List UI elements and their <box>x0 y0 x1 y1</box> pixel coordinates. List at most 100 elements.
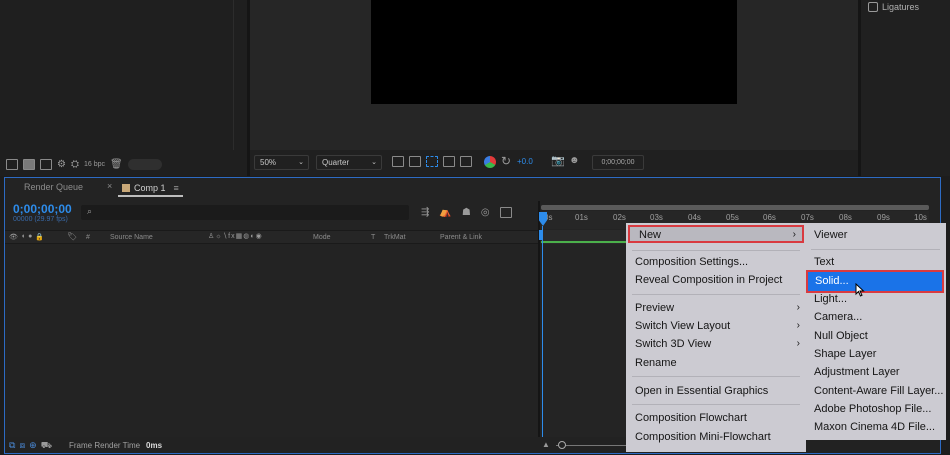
menu-separator <box>632 250 800 251</box>
trkmat-column[interactable]: TrkMat <box>384 234 406 241</box>
source-name-column[interactable]: Source Name <box>110 234 153 241</box>
menu-separator <box>632 404 800 405</box>
menu-item-new-label: New <box>639 229 662 241</box>
interpret-footage-icon[interactable] <box>6 158 18 170</box>
tick-07s: 07s <box>801 213 814 222</box>
fx-icon[interactable]: fx <box>228 233 235 240</box>
exposure-value[interactable]: +0.0 <box>517 157 533 166</box>
3d-layer-icon[interactable]: ◉ <box>256 233 263 240</box>
work-area-bar[interactable] <box>541 205 929 210</box>
trash-icon[interactable]: 🗑 <box>110 159 123 170</box>
flowchart-icon[interactable]: ⚙ <box>57 159 66 170</box>
ligatures-checkbox[interactable] <box>868 2 878 12</box>
layer-switches-icons: ♙☼∖fx▦◍◐◉ <box>208 232 263 240</box>
snapshot-icon[interactable]: 📷 <box>551 154 565 167</box>
tick-06s: 06s <box>763 213 776 222</box>
submenu-item-null-object[interactable]: Null Object <box>805 327 946 345</box>
lock-icon[interactable]: 🔒 <box>35 233 44 241</box>
submenu-item-light-label: Light... <box>814 293 848 305</box>
transparency-grid-icon[interactable] <box>409 156 421 167</box>
composition-canvas[interactable] <box>371 0 737 104</box>
new-composition-icon[interactable] <box>40 158 52 170</box>
chevron-right-icon: › <box>796 320 800 331</box>
menu-item-composition-settings[interactable]: Composition Settings... <box>626 253 806 271</box>
submenu-item-light[interactable]: Light... <box>805 290 946 308</box>
settings-icon[interactable]: ⛭ <box>71 159 79 170</box>
chevron-right-icon: › <box>796 338 800 349</box>
menu-item-composition-mini-flowchart[interactable]: Composition Mini-Flowchart <box>626 428 806 446</box>
toggle-mask-icon[interactable] <box>443 156 455 167</box>
project-panel <box>0 0 247 176</box>
fast-previews-icon[interactable] <box>392 156 404 167</box>
composition-flowchart-icon[interactable]: ⇶ <box>421 207 429 218</box>
region-of-interest-icon[interactable] <box>426 156 438 167</box>
submenu-item-adjustment-layer-label: Adjustment Layer <box>814 366 900 378</box>
menu-item-open-essential-graphics-label: Open in Essential Graphics <box>635 385 769 397</box>
thumbnail-slider[interactable] <box>127 158 162 170</box>
show-snapshot-icon[interactable]: ☻ <box>569 155 580 166</box>
new-folder-icon[interactable] <box>23 158 35 170</box>
submenu-item-text[interactable]: Text <box>805 253 946 271</box>
menu-item-composition-settings-label: Composition Settings... <box>635 256 749 268</box>
label-icon[interactable]: 🏷 <box>67 232 77 241</box>
reset-exposure-icon[interactable]: ↻ <box>501 154 511 168</box>
tab-render-queue[interactable]: Render Queue <box>24 182 83 192</box>
submenu-item-text-label: Text <box>814 256 835 268</box>
resolution-dropdown[interactable]: Quarter ⌄ <box>316 155 382 170</box>
draft-3d-icon[interactable]: ⛺ <box>439 207 451 218</box>
submenu-item-viewer[interactable]: Viewer <box>805 226 946 244</box>
solo-icon[interactable]: ● <box>28 233 32 241</box>
menu-item-composition-flowchart-label: Composition Flowchart <box>635 412 747 424</box>
bpc-label[interactable]: 16 bpc <box>84 161 105 168</box>
submenu-item-maxon-cinema4d-file[interactable]: Maxon Cinema 4D File... <box>805 418 946 436</box>
menu-item-rename[interactable]: Rename <box>626 354 806 372</box>
submenu-item-adjustment-layer[interactable]: Adjustment Layer <box>805 363 946 381</box>
menu-item-switch-3d-view[interactable]: Switch 3D View › <box>626 335 806 353</box>
menu-item-open-essential-graphics[interactable]: Open in Essential Graphics <box>626 382 806 400</box>
layer-list[interactable] <box>5 245 538 437</box>
menu-item-switch-view-layout[interactable]: Switch View Layout › <box>626 317 806 335</box>
submenu-item-shape-layer[interactable]: Shape Layer <box>805 345 946 363</box>
submenu-item-adobe-photoshop-file[interactable]: Adobe Photoshop File... <box>805 400 946 418</box>
zoom-out-icon[interactable]: ▲ <box>542 440 550 449</box>
submenu-item-content-aware-fill[interactable]: Content-Aware Fill Layer... <box>805 382 946 400</box>
zoom-slider[interactable] <box>556 445 626 446</box>
zoom-slider-handle[interactable] <box>558 441 566 449</box>
viewer-timecode[interactable]: 0;00;00;00 <box>592 155 644 170</box>
chevron-right-icon: › <box>792 229 796 240</box>
layer-switches-toggle-icon[interactable]: ⧉ <box>9 440 15 452</box>
menu-item-preview[interactable]: Preview › <box>626 299 806 317</box>
work-area-start-handle[interactable] <box>539 230 543 240</box>
menu-item-preview-label: Preview <box>635 302 675 314</box>
comp-duration-bar <box>541 241 631 243</box>
motion-blur-icon[interactable]: ◎ <box>481 207 490 218</box>
menu-separator <box>632 376 800 377</box>
eye-icon[interactable]: 👁 <box>9 233 18 241</box>
menu-item-new[interactable]: New › <box>628 225 804 243</box>
submenu-item-camera[interactable]: Camera... <box>805 308 946 326</box>
tick-04s: 04s <box>688 213 701 222</box>
grid-guides-icon[interactable] <box>460 156 472 167</box>
layer-search-input[interactable]: ⌕ <box>81 205 409 220</box>
transfer-controls-toggle-icon[interactable]: ⧈ <box>19 440 25 452</box>
render-time-icon[interactable]: ⛟ <box>41 440 52 452</box>
zoom-dropdown[interactable]: 50% ⌄ <box>254 155 309 170</box>
mode-column[interactable]: Mode <box>313 234 331 241</box>
collapse-icon[interactable]: ☼ <box>215 233 222 240</box>
menu-item-rename-label: Rename <box>635 357 677 369</box>
shy-layers-icon[interactable]: ☗ <box>462 207 471 218</box>
graph-editor-icon[interactable] <box>499 207 512 218</box>
audio-icon[interactable]: ◖ <box>21 233 25 241</box>
close-icon[interactable]: × <box>107 181 112 191</box>
parent-link-column[interactable]: Parent & Link <box>440 234 482 241</box>
submenu-item-null-object-label: Null Object <box>814 330 868 342</box>
color-channels-icon[interactable] <box>484 156 496 168</box>
tab-render-queue-label: Render Queue <box>24 182 84 192</box>
tab-comp1[interactable]: Comp 1 ≡ <box>118 180 183 197</box>
menu-separator <box>811 249 940 250</box>
timecode-display[interactable]: 0;00;00;00 <box>13 202 72 216</box>
panel-menu-icon[interactable]: ≡ <box>174 183 179 193</box>
in-out-toggle-icon[interactable]: ⊕ <box>29 440 37 452</box>
menu-item-reveal-composition[interactable]: Reveal Composition in Project <box>626 271 806 289</box>
menu-item-composition-flowchart[interactable]: Composition Flowchart <box>626 409 806 427</box>
